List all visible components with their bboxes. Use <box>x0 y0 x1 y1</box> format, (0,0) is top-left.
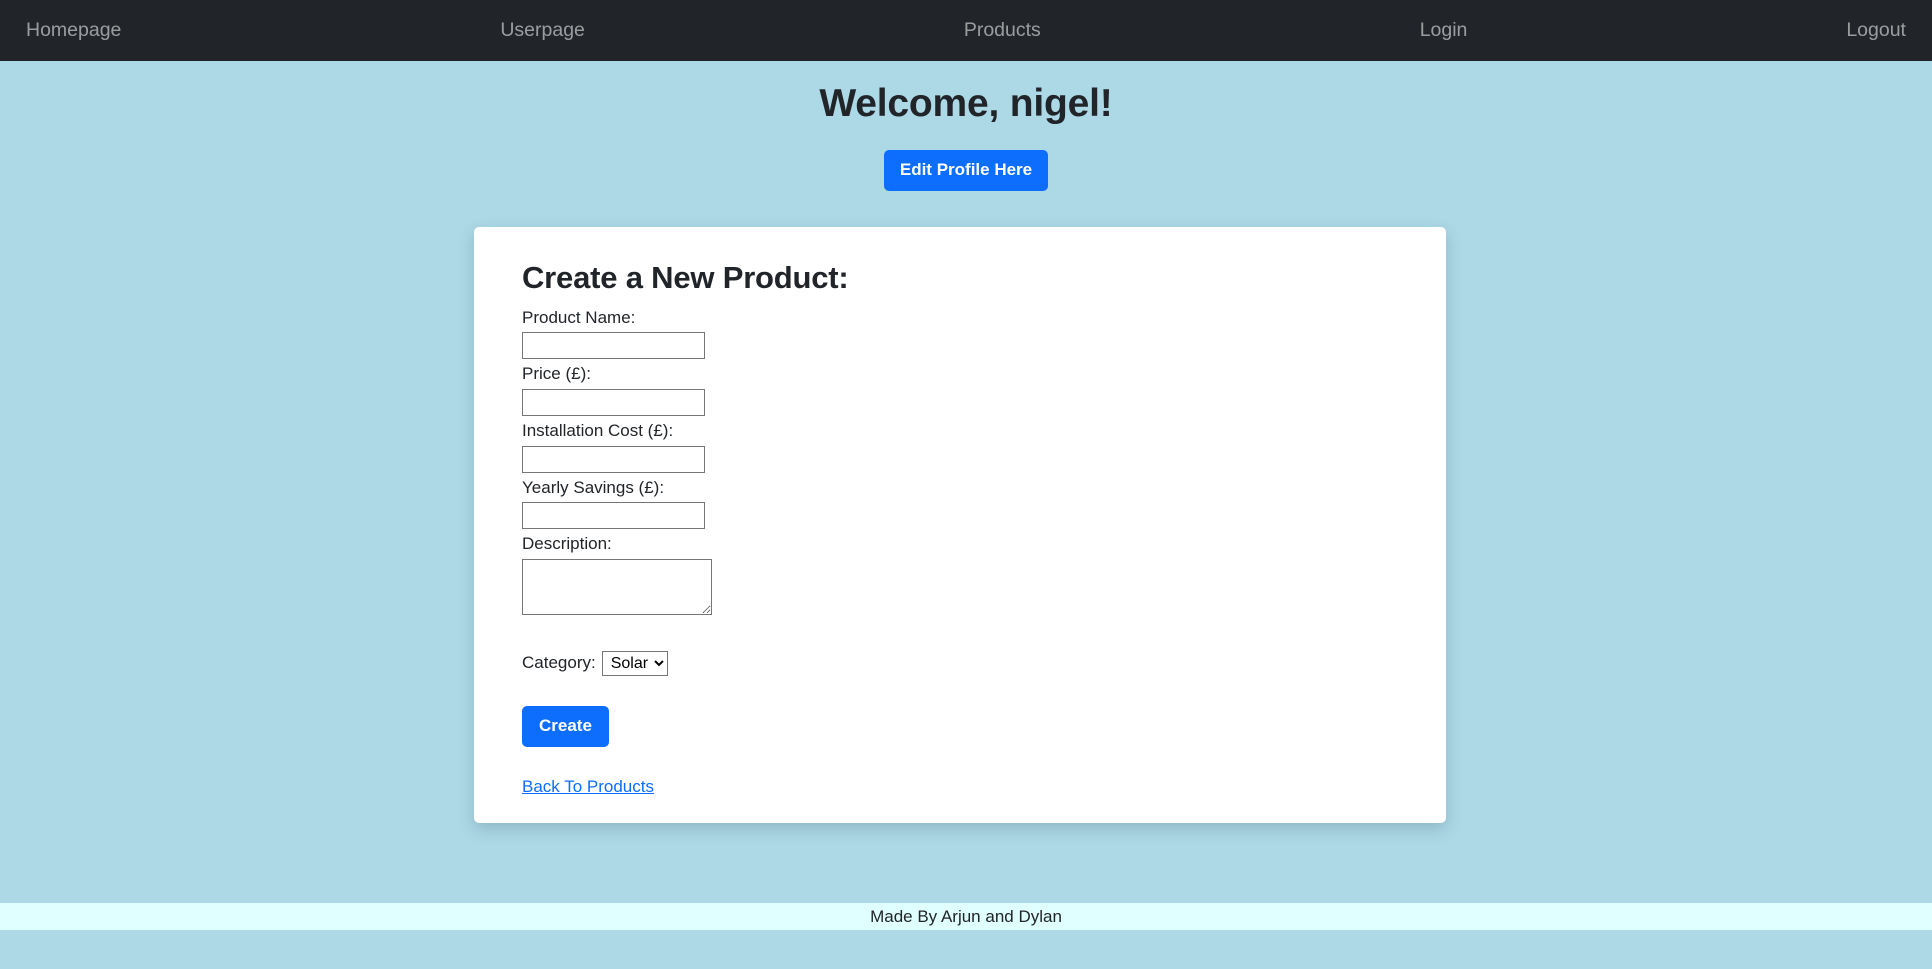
nav-item-logout[interactable]: Logout <box>1844 13 1908 47</box>
create-product-card: Create a New Product: Product Name: Pric… <box>474 227 1446 823</box>
back-to-products-link[interactable]: Back To Products <box>522 777 654 796</box>
page-title: Welcome, nigel! <box>819 82 1113 125</box>
back-link-wrap: Back To Products <box>522 777 1398 797</box>
price-input[interactable] <box>522 389 705 417</box>
create-product-form: Product Name: Price (£): Installation Co… <box>522 306 1398 748</box>
nav-item-login[interactable]: Login <box>1418 13 1470 47</box>
nav-list-item: Userpage <box>498 20 587 41</box>
yearly-savings-input[interactable] <box>522 502 705 530</box>
nav-item-homepage[interactable]: Homepage <box>24 13 123 47</box>
nav-list: Homepage Userpage Products Login Logout <box>24 20 1908 41</box>
nav-list-item: Logout <box>1844 20 1908 41</box>
card-title: Create a New Product: <box>522 260 849 295</box>
nav-list-item: Login <box>1418 20 1470 41</box>
product-name-input[interactable] <box>522 332 705 360</box>
footer-credit-text: Made By Arjun and Dylan <box>870 907 1062 926</box>
label-category: Category: <box>522 653 596 673</box>
nav-item-products[interactable]: Products <box>962 13 1043 47</box>
create-button-wrap: Create <box>522 705 1398 748</box>
nav-list-item: Products <box>962 20 1043 41</box>
create-button[interactable]: Create <box>522 705 609 748</box>
edit-profile-section: Edit Profile Here <box>0 149 1932 192</box>
label-installation-cost: Installation Cost (£): <box>522 421 674 441</box>
description-textarea[interactable] <box>522 558 712 615</box>
label-description: Description: <box>522 534 612 554</box>
main-navigation-bar: Homepage Userpage Products Login Logout <box>0 0 1932 61</box>
label-product-name: Product Name: <box>522 307 636 327</box>
installation-cost-input[interactable] <box>522 445 705 473</box>
card-body: Create a New Product: Product Name: Pric… <box>474 227 1446 829</box>
category-select[interactable]: Solar <box>601 650 668 676</box>
label-price: Price (£): <box>522 364 591 384</box>
category-row: Category: Solar <box>522 650 1398 676</box>
label-yearly-savings: Yearly Savings (£): <box>522 477 665 497</box>
edit-profile-button[interactable]: Edit Profile Here <box>883 149 1049 192</box>
nav-list-item: Homepage <box>24 20 123 41</box>
nav-item-userpage[interactable]: Userpage <box>498 13 587 47</box>
welcome-section: Welcome, nigel! <box>0 61 1932 128</box>
page-footer: Made By Arjun and Dylan <box>0 903 1932 930</box>
